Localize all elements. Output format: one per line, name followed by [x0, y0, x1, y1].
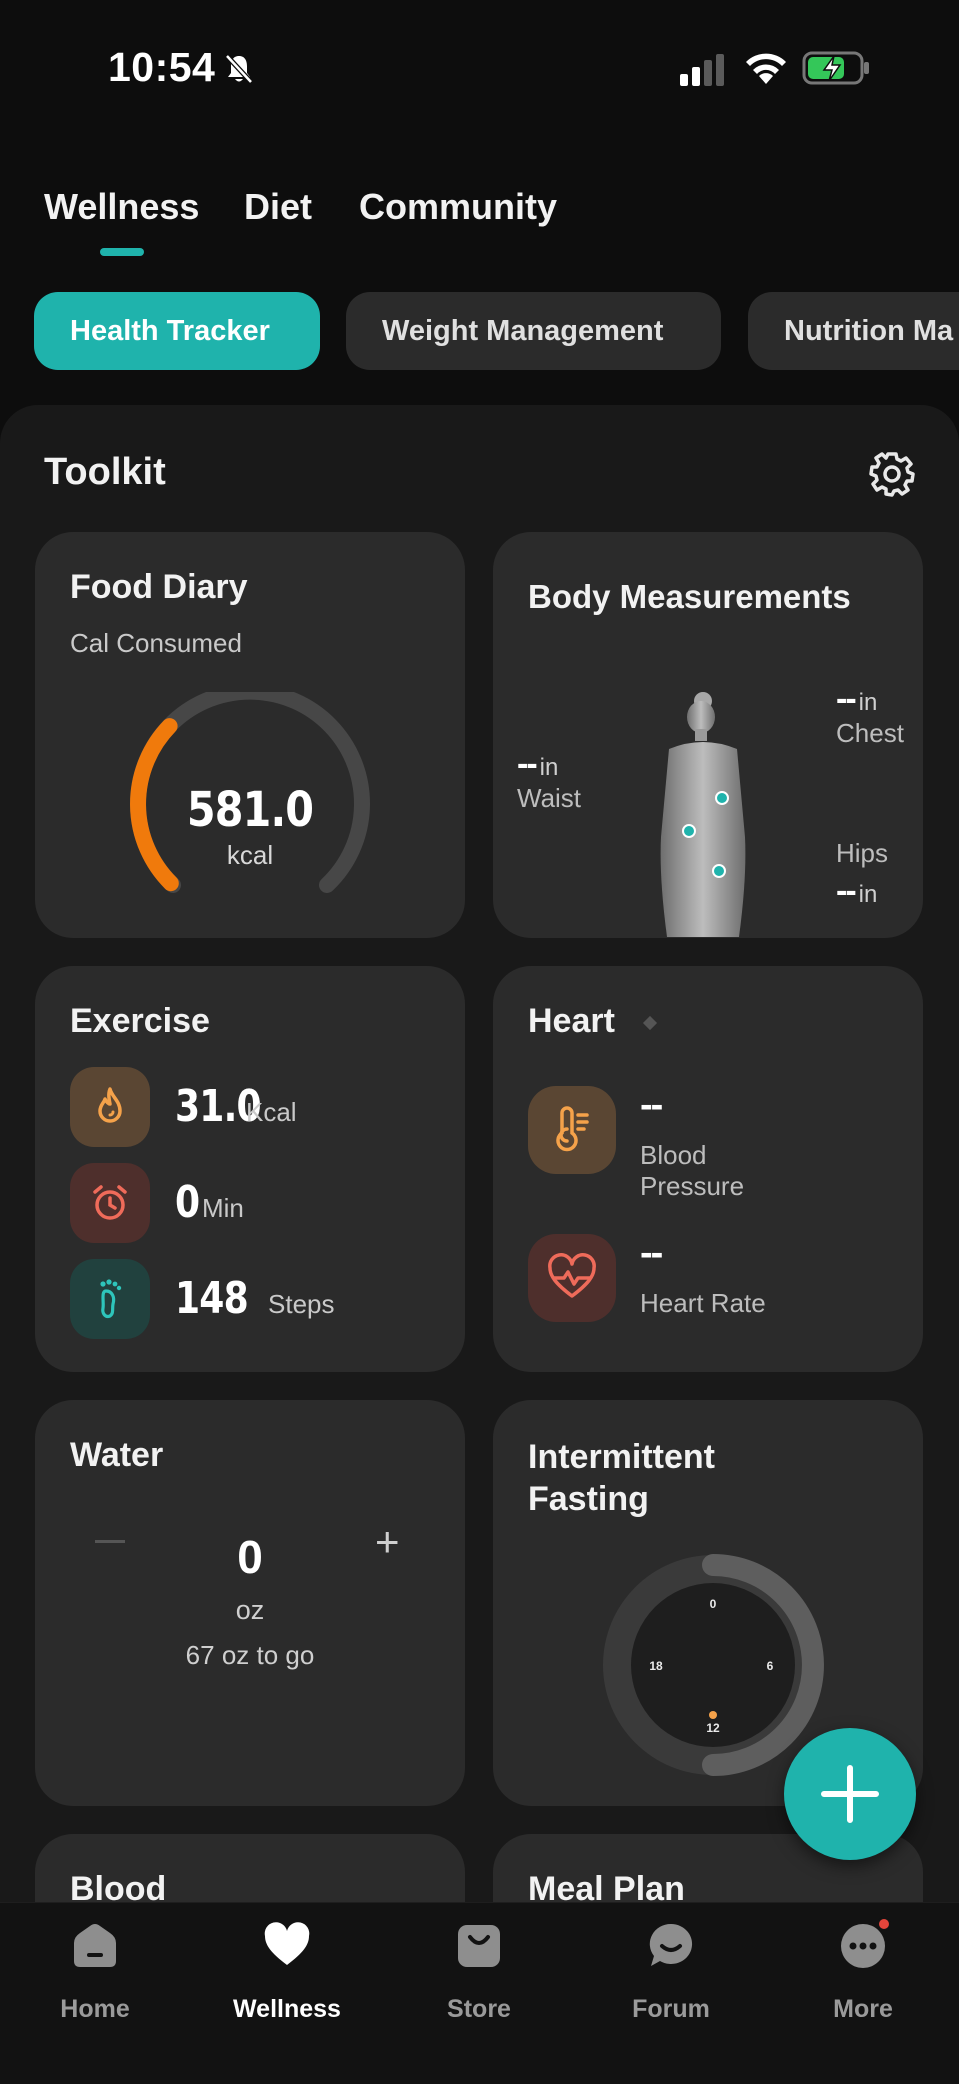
heart-title: Heart: [528, 1002, 615, 1040]
nav-forum[interactable]: Forum: [601, 1921, 741, 2031]
fasting-title-line2: Fasting: [528, 1480, 649, 1518]
body-figure-illustration: [660, 692, 746, 937]
water-remaining: 67 oz to go: [185, 1640, 315, 1670]
exercise-calories-row: 31.0 Kcal: [70, 1067, 450, 1147]
nav-more-label: More: [833, 1995, 893, 2023]
notification-badge: [877, 1917, 891, 1931]
nav-wellness-label: Wellness: [233, 1995, 341, 2023]
blood-pressure-label-line1: Blood: [640, 1140, 707, 1170]
exercise-card[interactable]: Exercise 31.0 Kcal 0 Min 148 Steps: [35, 966, 465, 1372]
body-measurements-title: Body Measurements: [528, 578, 851, 615]
clock-label-right: 6: [767, 1659, 774, 1673]
clock-label-top: 0: [710, 1597, 717, 1611]
food-diary-title: Food Diary: [70, 568, 248, 606]
clock-label-bottom: 12: [706, 1721, 720, 1735]
thermometer-icon: [528, 1086, 616, 1174]
exercise-minutes-row: 0 Min: [70, 1163, 450, 1243]
exercise-minutes-value: 0: [175, 1177, 200, 1228]
status-time: 10:54: [108, 44, 216, 90]
water-unit: oz: [235, 1595, 265, 1625]
body-measurements-card[interactable]: Body Measurements -- in Chest -- in Wais…: [493, 532, 923, 938]
clock-label-left: 18: [649, 1659, 663, 1673]
blood-card[interactable]: Blood: [35, 1834, 465, 1905]
calories-value: 581.0: [186, 782, 314, 838]
waist-measurement: -- in: [517, 745, 558, 784]
exercise-steps-unit: Steps: [268, 1289, 335, 1319]
nav-store-label: Store: [447, 1995, 511, 2023]
waist-unit: in: [539, 754, 559, 781]
hips-label: Hips: [836, 838, 889, 868]
water-title: Water: [70, 1436, 164, 1474]
waist-label: Waist: [517, 783, 582, 813]
tab-community[interactable]: Community: [359, 186, 557, 228]
waist-value: --: [517, 745, 538, 783]
nav-more[interactable]: More: [793, 1917, 933, 2031]
blood-pressure-value: --: [640, 1084, 663, 1126]
toolkit-panel: Toolkit Food Diary Cal Consumed 581.0 kc…: [0, 405, 959, 1905]
water-card[interactable]: Water + 0 oz 67 oz to go: [35, 1400, 465, 1806]
status-bar: 10:54: [0, 0, 959, 140]
tab-wellness[interactable]: Wellness: [44, 186, 199, 228]
chest-unit: in: [858, 689, 878, 716]
toolkit-title: Toolkit: [44, 451, 166, 493]
nav-store[interactable]: Store: [409, 1921, 549, 2031]
water-value: 0: [237, 1531, 263, 1583]
exercise-calories-unit: Kcal: [246, 1097, 297, 1127]
food-diary-subtitle: Cal Consumed: [70, 628, 242, 658]
wifi-icon: [746, 53, 786, 84]
shopping-bag-icon: [458, 1925, 500, 1967]
exercise-title: Exercise: [70, 1002, 210, 1040]
plus-icon: [821, 1765, 879, 1823]
footprint-icon: [70, 1259, 150, 1339]
add-button[interactable]: [784, 1728, 916, 1860]
heart-icon: [264, 1922, 310, 1965]
heart-card[interactable]: Heart -- Blood Pressure -- Heart Rate: [493, 966, 923, 1372]
hips-unit: in: [858, 881, 878, 908]
nav-forum-label: Forum: [632, 1995, 710, 2023]
nav-home-label: Home: [60, 1995, 130, 2023]
fasting-title-line1: Intermittent: [528, 1438, 715, 1476]
chest-value: --: [836, 680, 857, 718]
chat-bubble-icon: [649, 1923, 693, 1966]
alarm-clock-icon: [70, 1163, 150, 1243]
chip-nutrition[interactable]: Nutrition Ma: [748, 292, 959, 370]
chip-weight-management[interactable]: Weight Management: [346, 292, 721, 370]
fasting-clock-dial: 0 6 12 18: [603, 1554, 824, 1776]
meal-plan-title: Meal Plan: [528, 1870, 685, 1905]
bell-off-icon: [225, 54, 253, 84]
nav-wellness[interactable]: Wellness: [217, 1921, 357, 2031]
hips-measurement: -- in: [836, 872, 877, 911]
category-chips: Health Tracker Weight Management Nutriti…: [0, 292, 959, 370]
hips-value: --: [836, 872, 857, 910]
gear-icon[interactable]: [868, 450, 916, 498]
heart-rate-icon: [528, 1234, 616, 1322]
fasting-title: Intermittent Fasting: [528, 1436, 715, 1520]
chest-measurement: -- in: [836, 680, 877, 719]
cellular-signal-icon: [680, 54, 724, 86]
exercise-steps-value: 148: [175, 1273, 249, 1324]
blood-pressure-label-line2: Pressure: [640, 1171, 745, 1201]
battery-charging-icon: [802, 51, 869, 85]
calories-unit: kcal: [226, 840, 274, 870]
active-tab-indicator: [100, 248, 144, 256]
blood-title: Blood: [70, 1870, 167, 1905]
tab-diet[interactable]: Diet: [244, 186, 312, 228]
heart-rate-value: --: [640, 1232, 663, 1274]
nav-home[interactable]: Home: [25, 1921, 165, 2031]
exercise-minutes-unit: Min: [202, 1193, 244, 1223]
diamond-indicator-icon: [642, 1015, 658, 1031]
bottom-navigation: Home Wellness Store Forum More: [0, 1902, 959, 2084]
exercise-steps-row: 148 Steps: [70, 1259, 450, 1339]
food-diary-card[interactable]: Food Diary Cal Consumed 581.0 kcal: [35, 532, 465, 938]
chest-label: Chest: [836, 718, 904, 748]
chip-health-tracker[interactable]: Health Tracker: [34, 292, 320, 370]
flame-icon: [70, 1067, 150, 1147]
heart-rate-label: Heart Rate: [640, 1288, 766, 1318]
home-icon: [74, 1924, 116, 1967]
